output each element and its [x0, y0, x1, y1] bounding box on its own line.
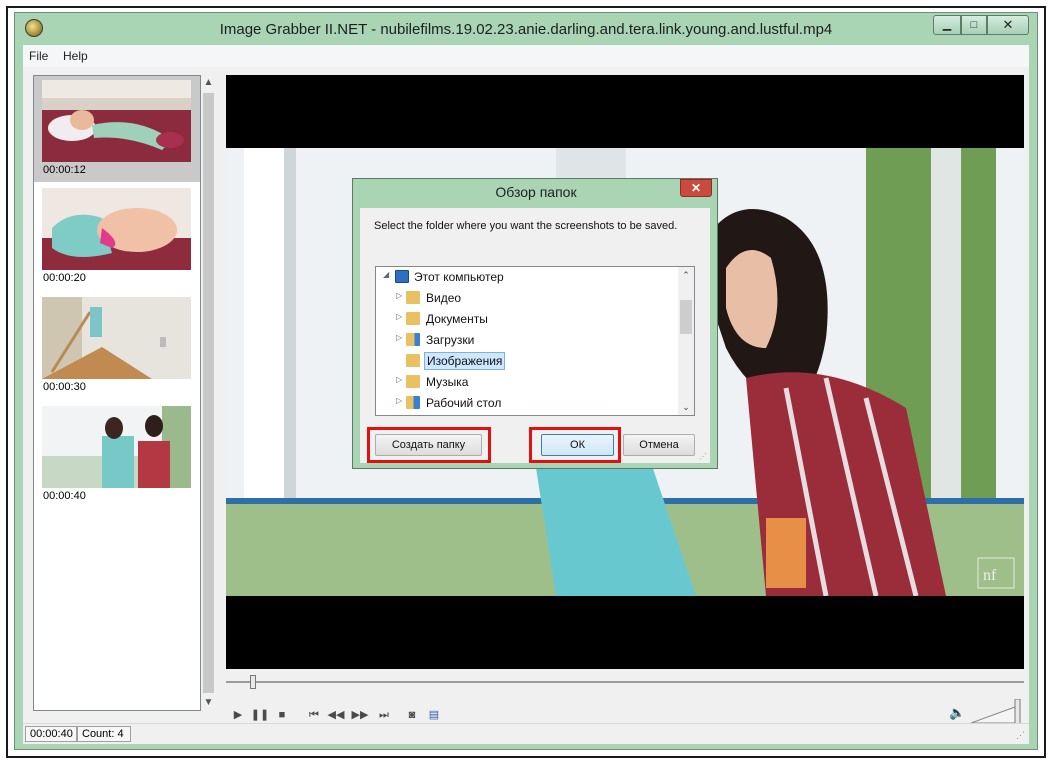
thumbnail-item[interactable]: 00:00:12	[34, 76, 200, 182]
highlight-new-folder	[367, 427, 491, 463]
tree-item-label: Документы	[426, 312, 488, 326]
scroll-down-icon[interactable]: ▼	[201, 695, 216, 711]
dialog-description: Select the folder where you want the scr…	[374, 220, 678, 232]
camera-icon[interactable]: ◙	[402, 705, 422, 725]
tree-item-desktop[interactable]: ▷ Рабочий стол	[376, 393, 678, 413]
documents-folder-icon	[406, 312, 420, 325]
tree-item-label: Этот компьютер	[414, 270, 504, 284]
video-folder-icon	[406, 291, 420, 304]
tree-item-video[interactable]: ▷ Видео	[376, 288, 678, 308]
menu-bar: File Help	[23, 45, 1029, 67]
tree-item-computer[interactable]: ◢ Этот компьютер	[376, 267, 678, 287]
thumbnail-item[interactable]: 00:00:30	[34, 293, 200, 399]
scroll-up-icon[interactable]: ▲	[201, 75, 216, 91]
seek-handle[interactable]	[249, 675, 256, 689]
dialog-close-button[interactable]: ✕	[680, 179, 712, 197]
skip-end-icon[interactable]: ⏭	[374, 705, 394, 725]
seek-bar[interactable]	[226, 675, 1024, 689]
expand-arrow-icon[interactable]: ▷	[396, 291, 402, 300]
scroll-up-icon[interactable]: ⌃	[678, 267, 694, 283]
computer-icon	[395, 270, 409, 283]
menu-file[interactable]: File	[29, 49, 48, 63]
expand-arrow-icon[interactable]: ▷	[396, 375, 402, 384]
dialog-title: Обзор папок	[495, 184, 577, 200]
volume-icon[interactable]: 🔈	[949, 705, 967, 723]
thumbnail-image	[42, 80, 191, 162]
resize-grip[interactable]: ⋰	[1016, 730, 1025, 741]
scroll-thumb[interactable]	[203, 93, 214, 693]
thumbnail-timecode: 00:00:40	[43, 490, 86, 502]
tree-item-pictures[interactable]: Изображения	[376, 351, 678, 371]
tree-item-label: Видео	[426, 291, 462, 305]
close-button[interactable]: ✕	[987, 15, 1029, 35]
tree-item-music[interactable]: ▷ Музыка	[376, 372, 678, 392]
maximize-button[interactable]: □	[961, 15, 987, 35]
expand-arrow-icon[interactable]: ▷	[396, 333, 402, 342]
thumbnail-item[interactable]: 00:00:20	[34, 184, 200, 290]
thumbnail-list[interactable]: 00:00:12 00:00:20 00:00:30 00:00:40	[33, 75, 201, 711]
tree-scrollbar[interactable]: ⌃ ⌄	[678, 267, 694, 415]
status-time: 00:00:40	[25, 726, 77, 742]
seek-track	[226, 681, 1024, 683]
desktop-folder-icon	[406, 396, 420, 409]
thumbnail-item[interactable]: 00:00:40	[34, 402, 200, 508]
downloads-folder-icon	[406, 333, 420, 346]
scroll-down-icon[interactable]: ⌄	[678, 399, 694, 415]
thumbnail-timecode: 00:00:12	[43, 164, 86, 176]
cancel-button[interactable]: Отмена	[623, 434, 695, 456]
dialog-body: Select the folder where you want the scr…	[360, 208, 710, 463]
play-icon[interactable]: ▶	[228, 705, 248, 725]
thumbnail-timecode: 00:00:20	[43, 272, 86, 284]
tree-item-label: Музыка	[426, 375, 469, 389]
thumbnail-image	[42, 297, 191, 379]
thumbnail-image	[42, 188, 191, 270]
folder-tree[interactable]: ◢ Этот компьютер ▷ Видео ▷ Документы ▷ З…	[375, 266, 695, 416]
title-bar[interactable]: Image Grabber II.NET - nubilefilms.19.02…	[15, 13, 1037, 45]
pause-icon[interactable]: ❚❚	[250, 705, 270, 725]
expand-arrow-icon[interactable]: ▷	[396, 396, 402, 405]
thumbnail-scrollbar[interactable]: ▲ ▼	[201, 75, 216, 711]
thumbnail-image	[42, 406, 191, 488]
tree-item-label: Загрузки	[426, 333, 475, 347]
music-folder-icon	[406, 375, 420, 388]
minimize-button[interactable]: ▁	[933, 15, 961, 35]
skip-start-icon[interactable]: ⏮	[304, 705, 324, 725]
dialog-resize-grip[interactable]: ⋰	[699, 452, 707, 461]
tree-item-label: Рабочий стол	[426, 396, 502, 410]
watermark: nf	[983, 567, 997, 584]
tree-item-label: Изображения	[424, 352, 506, 370]
pictures-folder-icon	[406, 354, 420, 367]
browse-folder-dialog: Обзор папок ✕ Select the folder where yo…	[352, 178, 718, 469]
tree-scroll-thumb[interactable]	[680, 300, 692, 334]
film-icon[interactable]: ▤	[424, 705, 444, 725]
tree-item-documents[interactable]: ▷ Документы	[376, 309, 678, 329]
window-title: Image Grabber II.NET - nubilefilms.19.02…	[219, 21, 833, 38]
stop-icon[interactable]: ■	[272, 705, 292, 725]
collapse-arrow-icon[interactable]: ◢	[383, 270, 389, 279]
menu-help[interactable]: Help	[63, 49, 88, 63]
step-back-icon[interactable]: ◀◀	[326, 705, 346, 725]
status-count: Count: 4	[77, 726, 131, 742]
status-bar: 00:00:40 Count: 4 ⋰	[23, 723, 1029, 744]
expand-arrow-icon[interactable]: ▷	[396, 312, 402, 321]
highlight-ok	[529, 427, 621, 463]
step-forward-icon[interactable]: ▶▶	[350, 705, 370, 725]
tree-item-downloads[interactable]: ▷ Загрузки	[376, 330, 678, 350]
thumbnail-timecode: 00:00:30	[43, 381, 86, 393]
